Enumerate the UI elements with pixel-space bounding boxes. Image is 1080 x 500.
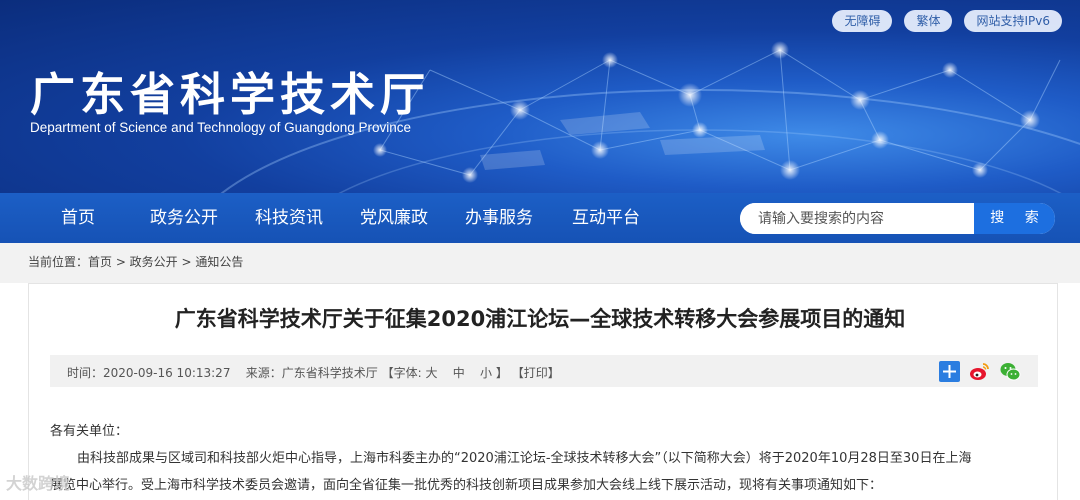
site-title: 广东省科学技术厅	[30, 68, 431, 121]
search-bar: 搜 索	[740, 203, 1055, 234]
nav-item-interaction[interactable]: 互动平台	[572, 193, 640, 243]
nav-item-services[interactable]: 办事服务	[465, 193, 533, 243]
font-large-link[interactable]: 大	[425, 366, 437, 380]
weibo-icon[interactable]	[969, 361, 990, 382]
font-size-close: 】	[495, 366, 508, 380]
paragraph-line: 展览中心举行。受上海市科学技术委员会邀请，面向全省征集一批优秀的科技创新项目成果…	[50, 478, 883, 493]
watermark: 大数跨境	[6, 474, 71, 493]
top-links: 无障碍 繁体 网站支持IPv6	[832, 10, 1062, 32]
article-title: 广东省科学技术厅关于征集2020浦江论坛—全球技术转移大会参展项目的通知	[174, 307, 906, 331]
traditional-chinese-link[interactable]: 繁体	[904, 10, 953, 32]
nav-item-party-integrity[interactable]: 党风廉政	[360, 193, 428, 243]
search-input[interactable]	[740, 203, 974, 234]
nav-item-government-affairs[interactable]: 政务公开	[150, 193, 218, 243]
publish-time: 时间：2020-09-16 10:13:27	[67, 366, 231, 380]
accessibility-link[interactable]: 无障碍	[832, 10, 893, 32]
article-meta: 时间：2020-09-16 10:13:27 来源：广东省科学技术厅 【字体: …	[67, 364, 560, 381]
font-small-link[interactable]: 小	[480, 366, 492, 380]
article-source: 来源：广东省科学技术厅	[245, 366, 378, 380]
site-subtitle: Department of Science and Technology of …	[30, 120, 411, 135]
site-header: 无障碍 繁体 网站支持IPv6 广东省科学技术厅 Department of S…	[0, 0, 1080, 193]
nav-item-home[interactable]: 首页	[61, 193, 95, 243]
nav-item-tech-news[interactable]: 科技资讯	[255, 193, 323, 243]
font-medium-link[interactable]: 中	[453, 366, 465, 380]
breadcrumb: 当前位置：首页 > 政务公开 > 通知公告	[28, 255, 244, 269]
search-button[interactable]: 搜 索	[974, 203, 1055, 234]
paragraph-line: 由科技部成果与区域司和科技部火炬中心指导，上海市科委主办的“2020浦江论坛-全…	[77, 451, 972, 466]
print-link[interactable]: 【打印】	[512, 366, 560, 380]
share-plus-icon[interactable]	[939, 361, 960, 382]
salutation: 各有关单位：	[50, 424, 129, 439]
ipv6-support-link[interactable]: 网站支持IPv6	[964, 10, 1062, 32]
font-size-label: 【字体:	[381, 366, 422, 380]
wechat-icon[interactable]	[1000, 361, 1021, 382]
